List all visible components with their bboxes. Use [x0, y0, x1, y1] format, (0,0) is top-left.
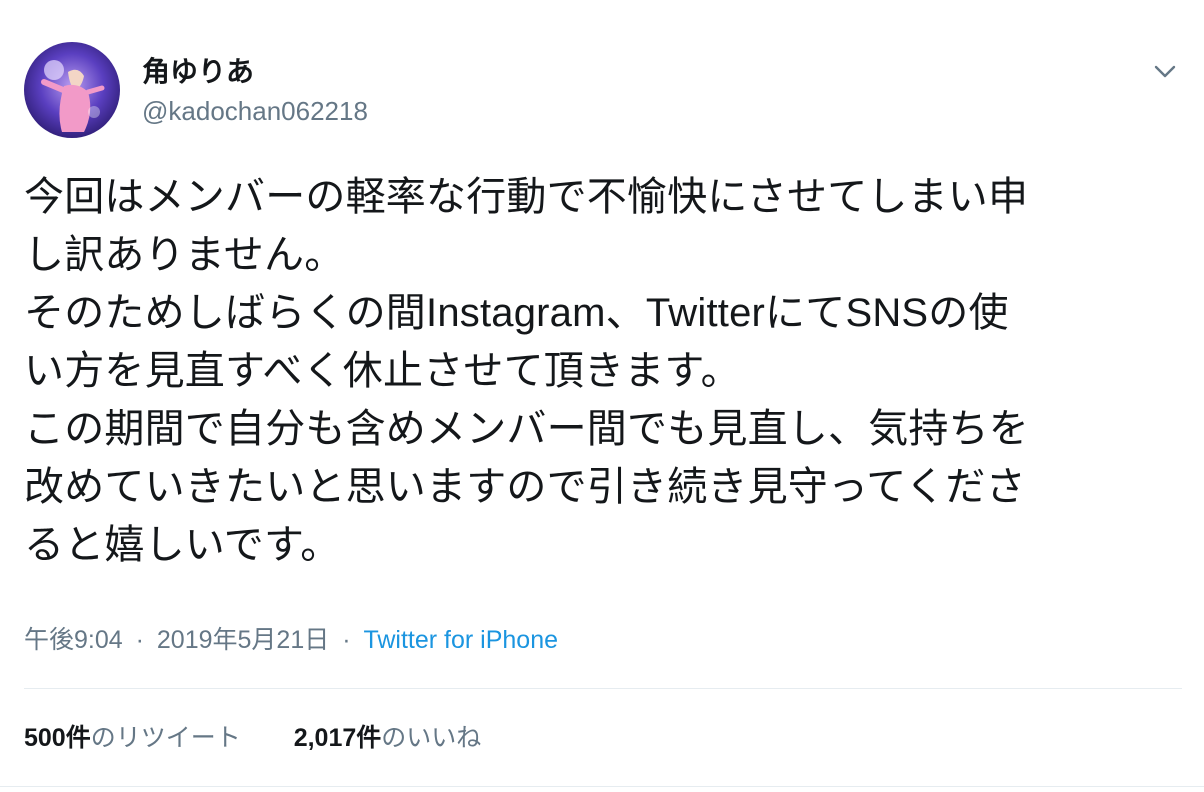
tweet-text-line: し訳ありません。	[24, 233, 345, 277]
tweet-source-link[interactable]: Twitter for iPhone	[363, 626, 558, 654]
tweet-text-line: 改めていきたいと思いますので引き続き見守ってくださ	[24, 465, 1026, 509]
author-display-name[interactable]: 角ゆりあ	[142, 54, 368, 90]
tweet-date[interactable]: 2019年5月21日	[157, 626, 329, 654]
meta-separator: ·	[135, 626, 144, 654]
like-label: のいいね	[381, 724, 482, 752]
tweet-text-line: この期間で自分も含めメンバー間でも見直し、気持ちを	[24, 407, 1029, 451]
like-count-link[interactable]: 2,017件のいいね	[294, 720, 482, 756]
chevron-down-icon[interactable]	[1150, 56, 1180, 86]
retweet-count: 500件	[24, 724, 91, 752]
like-count: 2,017件	[293, 724, 382, 752]
tweet-text-line: そのためしばらくの間Instagram、TwitterにてSNSの使	[24, 291, 1009, 335]
divider	[0, 786, 1204, 787]
tweet-card: 角ゆりあ @kadochan062218 今回はメンバーの軽率な行動で不愉快にさ…	[0, 0, 1204, 792]
retweet-label: のリツイート	[90, 724, 241, 752]
tweet-text: 今回はメンバーの軽率な行動で不愉快にさせてしまい申 し訳ありません。 そのためし…	[24, 168, 1184, 574]
tweet-text-line: ると嬉しいです。	[24, 523, 341, 567]
tweet-time[interactable]: 午後9:04	[24, 626, 123, 654]
tweet-text-line: 今回はメンバーの軽率な行動で不愉快にさせてしまい申	[24, 175, 1029, 219]
author-block: 角ゆりあ @kadochan062218	[142, 54, 368, 128]
tweet-metadata: 午後9:04 · 2019年5月21日 · Twitter for iPhone	[24, 622, 558, 658]
tweet-text-line: い方を見直すべく休止させて頂きます。	[24, 349, 741, 393]
meta-separator: ·	[342, 626, 351, 654]
retweet-count-link[interactable]: 500件のリツイート	[24, 720, 241, 756]
user-avatar-photo	[24, 42, 120, 138]
divider	[24, 688, 1182, 689]
tweet-stats: 500件のリツイート 2,017件のいいね	[24, 720, 481, 756]
author-handle[interactable]: @kadochan062218	[142, 94, 368, 128]
avatar[interactable]	[24, 42, 120, 138]
